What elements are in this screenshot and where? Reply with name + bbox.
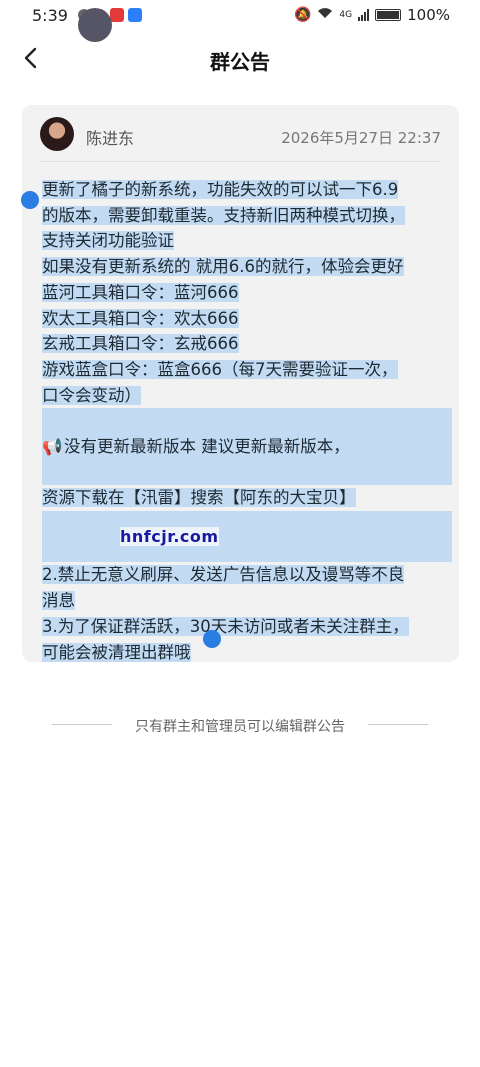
blank-line [42,511,452,537]
content-line: 支持关闭功能验证 [42,231,174,251]
wifi-icon [317,7,333,23]
blank-line [42,459,452,486]
status-time: 5:39 [32,6,68,25]
battery-percent: 100% [407,6,450,24]
content-line: 游戏蓝盒口令：蓝盒666（每7天需要验证一次， [42,359,398,379]
app-notification-icon [128,8,142,22]
megaphone-icon: 📢 [42,437,63,457]
mute-icon: 🔕 [293,7,312,23]
selection-end-handle[interactable] [203,630,221,648]
content-line: 可能会被清理出群哦 [42,642,191,662]
blank-line [42,536,452,563]
network-type: 4G [339,10,353,20]
content-line: 蓝河工具箱口令：蓝河666 [42,282,239,302]
content-line: 没有更新最新版本 建议更新最新版本， [64,437,350,457]
blank-line [42,408,452,435]
notification-icons [78,8,142,42]
announcement-card: 陈进东 2026年5月27日 22:37 更新了橘子的新系统，功能失效的可以试一… [22,105,459,662]
content-line: 如果没有更新系统的 就用6.6的就行，体验会更好 [42,257,404,277]
announcement-content[interactable]: 更新了橘子的新系统，功能失效的可以试一下6.9 的版本，需要卸载重装。支持新旧两… [42,177,452,665]
selection-start-handle[interactable] [21,191,39,209]
content-line: 更新了橘子的新系统，功能失效的可以试一下6.9 [42,180,399,199]
page-title: 群公告 [210,50,270,74]
watermark: hnfcjr.com [120,527,219,546]
avatar[interactable] [40,117,74,151]
author-row: 陈进东 2026年5月27日 22:37 [40,117,441,157]
app-notification-icon [110,8,124,22]
post-timestamp: 2026年5月27日 22:37 [281,129,441,147]
footer-divider [368,724,428,725]
header: 群公告 [0,32,480,88]
content-line: 欢太工具箱口令：欢太666 [42,308,239,328]
content-line: 口令会变动） [42,385,141,405]
signal-icon [358,9,370,21]
author-name: 陈进东 [86,129,135,148]
content-line: 2.禁止无意义刷屏、发送广告信息以及谩骂等不良 [42,565,405,585]
system-status: 🔕 4G 100% [294,6,450,24]
content-line: 的版本，需要卸载重装。支持新旧两种模式切换， [42,205,405,225]
battery-icon [375,9,402,21]
divider [40,161,441,162]
status-bar: 5:39 🔕 4G 100% [0,0,480,42]
edit-permission-note: 只有群主和管理员可以编辑群公告 [135,719,345,735]
content-line: 玄戒工具箱口令：玄戒666 [42,334,239,354]
content-line: 3.为了保证群活跃，30天未访问或者未关注群主， [42,616,409,636]
content-line: 消息 [42,591,75,611]
content-line: 资源下载在【汛雷】搜索【阿东的大宝贝】 [42,488,356,508]
